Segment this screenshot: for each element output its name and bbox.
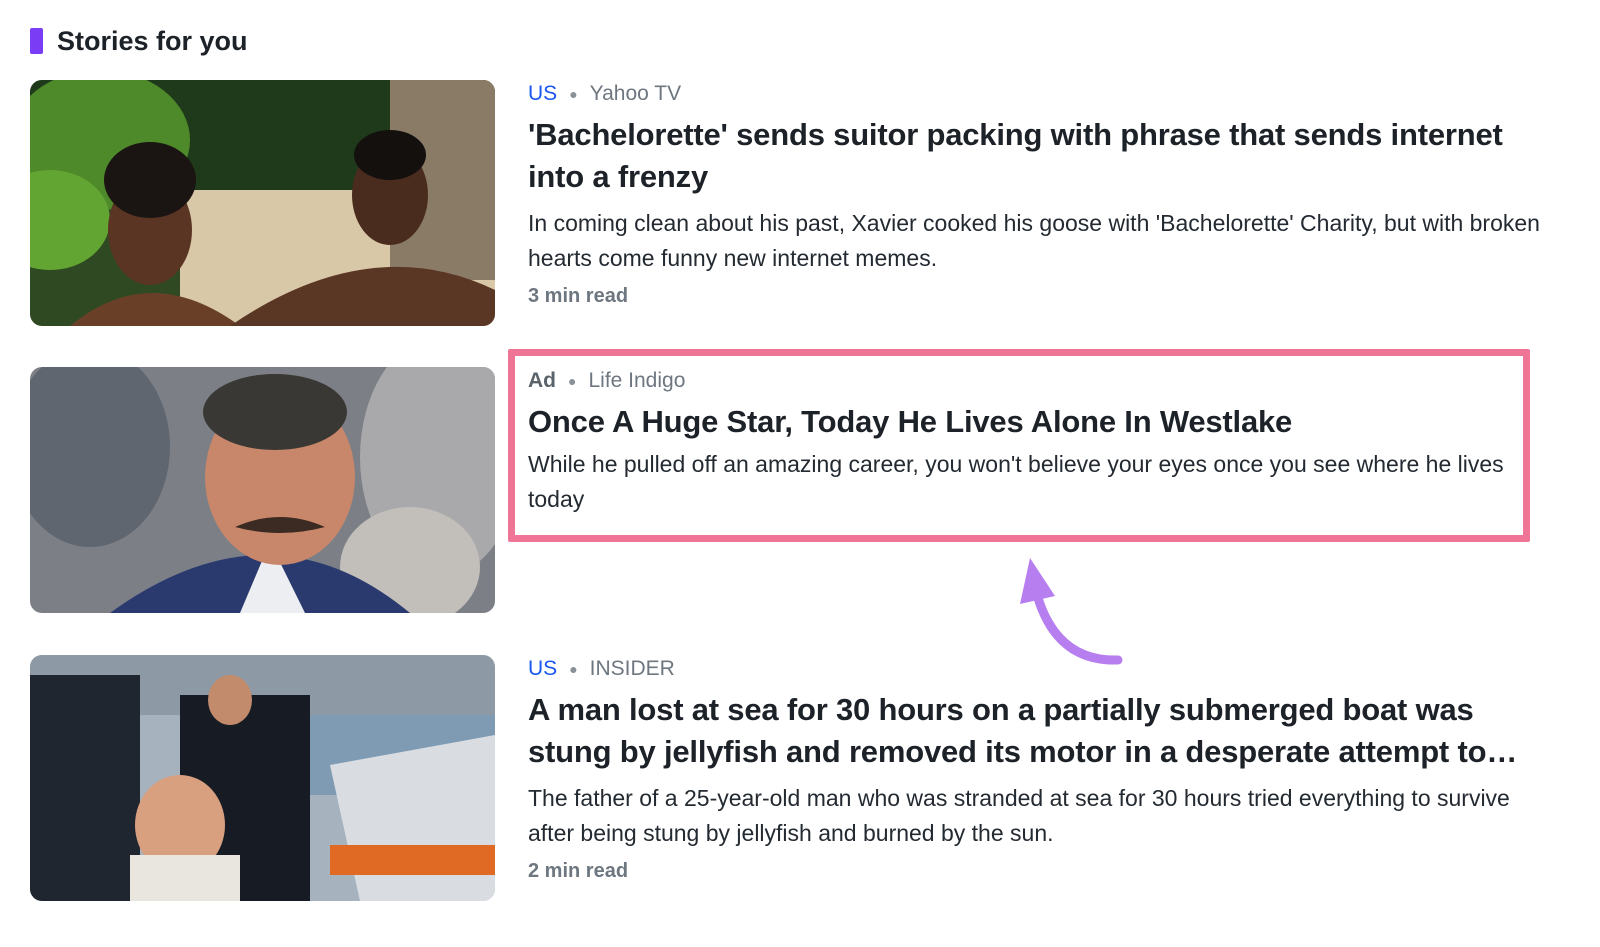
story-card-3[interactable]: US ● INSIDER A man lost at sea for 30 ho… xyxy=(30,655,1570,905)
story-thumbnail-3[interactable] xyxy=(30,655,495,901)
story-card-1[interactable]: US ● Yahoo TV 'Bachelorette' sends suito… xyxy=(30,80,1570,330)
story-meta-2: Ad ● Life Indigo xyxy=(528,367,1558,395)
photo-two-people-tropical-icon xyxy=(30,80,495,326)
story-summary-3: The father of a 25-year-old man who was … xyxy=(528,785,1510,846)
section-header: Stories for you xyxy=(30,26,248,56)
story-thumbnail-1[interactable] xyxy=(30,80,495,326)
photo-rescue-crew-boat-icon xyxy=(30,655,495,901)
ad-badge: Ad xyxy=(528,369,556,392)
story-headline-3[interactable]: A man lost at sea for 30 hours on a part… xyxy=(528,689,1558,773)
curved-arrow-up-icon xyxy=(1020,558,1123,665)
story-read-time-3: 2 min read xyxy=(528,860,629,882)
story-summary-2: While he pulled off an amazing career, y… xyxy=(528,451,1504,512)
story-headline-2[interactable]: Once A Huge Star, Today He Lives Alone I… xyxy=(528,401,1558,443)
photo-man-mustache-suit-icon xyxy=(30,367,495,613)
meta-separator: ● xyxy=(569,86,578,102)
section-accent-bar xyxy=(30,28,43,54)
story-source: INSIDER xyxy=(589,657,675,680)
story-meta-1: US ● Yahoo TV xyxy=(528,80,1558,108)
meta-separator: ● xyxy=(568,373,577,389)
story-source: Yahoo TV xyxy=(589,82,682,105)
meta-separator: ● xyxy=(569,661,578,677)
story-summary-1: In coming clean about his past, Xavier c… xyxy=(528,210,1540,271)
story-card-ad[interactable]: Ad ● Life Indigo Once A Huge Star, Today… xyxy=(30,367,1570,617)
story-category-link[interactable]: US xyxy=(528,82,557,106)
section-title: Stories for you xyxy=(57,25,248,56)
story-read-time-1: 3 min read xyxy=(528,285,629,307)
story-headline-1[interactable]: 'Bachelorette' sends suitor packing with… xyxy=(528,114,1558,198)
story-source: Life Indigo xyxy=(588,369,686,392)
story-category-link[interactable]: US xyxy=(528,657,557,681)
story-thumbnail-2[interactable] xyxy=(30,367,495,613)
